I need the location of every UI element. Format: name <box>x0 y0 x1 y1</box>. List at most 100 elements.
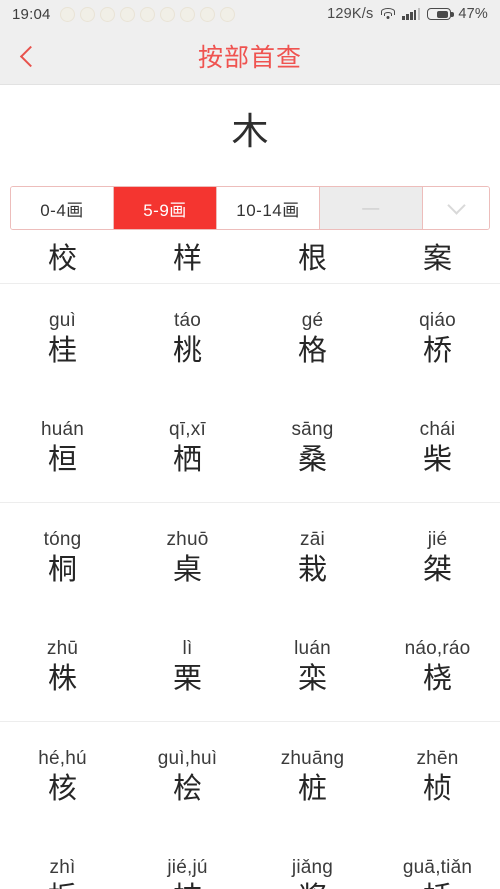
character-cell[interactable]: zāi 栽 <box>250 503 375 612</box>
pinyin-label: qiáo <box>419 309 456 331</box>
tab-strokes-disabled: — <box>320 187 423 229</box>
character-cell[interactable]: 根 <box>250 230 375 283</box>
pinyin-label: tóng <box>43 528 82 550</box>
app-icon <box>79 6 95 22</box>
character-cell[interactable]: hé,hú 核 <box>0 722 125 831</box>
character-label: 桐 <box>47 551 77 586</box>
character-cell[interactable]: zhì 栀 <box>0 831 125 889</box>
notification-icons <box>59 6 235 22</box>
character-cell[interactable]: jié,jú 桔 <box>125 831 250 889</box>
wifi-icon <box>380 8 395 20</box>
character-cell[interactable]: jiǎng 桨 <box>250 831 375 889</box>
character-cell[interactable]: 校 <box>0 230 125 283</box>
pinyin-label: qī,xī <box>169 418 206 440</box>
character-label: 样 <box>172 240 202 275</box>
app-icon <box>159 6 175 22</box>
tab-strokes-5-9[interactable]: 5-9画 <box>114 187 217 229</box>
character-cell[interactable]: qī,xī 栖 <box>125 393 250 502</box>
character-label: 柴 <box>422 441 452 476</box>
grid-row: 校 样 根 案 <box>0 230 500 283</box>
app-icon <box>99 6 115 22</box>
character-cell[interactable]: luán 栾 <box>250 612 375 721</box>
pinyin-label: luán <box>294 637 331 659</box>
grid-row: tóng 桐 zhuō 桌 zāi 栽 jié 桀 <box>0 503 500 612</box>
character-cell[interactable]: huán 桓 <box>0 393 125 502</box>
character-label: 案 <box>422 240 452 275</box>
pinyin-label: guā,tiǎn <box>402 856 473 878</box>
character-cell[interactable]: guì 桂 <box>0 284 125 393</box>
battery-icon <box>427 8 454 20</box>
character-label: 桡 <box>422 660 452 695</box>
pinyin-label: lì <box>182 637 193 659</box>
pinyin-label: sāng <box>291 418 334 440</box>
character-label: 栀 <box>48 880 77 889</box>
character-cell[interactable]: náo,ráo 桡 <box>375 612 500 721</box>
character-cell[interactable]: zhēn 桢 <box>375 722 500 831</box>
character-cell[interactable]: guì,huì 桧 <box>125 722 250 831</box>
app-icon <box>119 6 135 22</box>
character-cell[interactable]: jié 桀 <box>375 503 500 612</box>
grid-group: hé,hú 核 guì,huì 桧 zhuāng 桩 zhēn 桢 zhì ji… <box>0 722 500 889</box>
battery-percent: 47% <box>458 6 488 22</box>
grid-row: huán 桓 qī,xī 栖 sāng 桑 chái 柴 <box>0 393 500 502</box>
character-label: 桂 <box>47 332 77 367</box>
pinyin-label: jié,jú <box>167 856 208 878</box>
app-icon <box>139 6 155 22</box>
tab-strokes-0-4[interactable]: 0-4画 <box>11 187 114 229</box>
character-cell[interactable]: zhuāng 桩 <box>250 722 375 831</box>
character-cell[interactable]: lì 栗 <box>125 612 250 721</box>
pinyin-label: zāi <box>300 528 325 550</box>
status-bar: 19:04 129K/s 47% <box>0 0 500 28</box>
character-label: 株 <box>47 660 77 695</box>
grid-row: zhū 株 lì 栗 luán 栾 náo,ráo 桡 <box>0 612 500 721</box>
tab-strokes-10-14[interactable]: 10-14画 <box>217 187 320 229</box>
character-label: 桃 <box>172 332 202 367</box>
character-label: 桢 <box>422 770 452 805</box>
character-label: 桓 <box>47 441 77 476</box>
character-label: 桀 <box>422 551 452 586</box>
pinyin-label: jié <box>427 528 448 550</box>
nav-bar: 按部首查 <box>0 28 500 85</box>
pinyin-label: zhì <box>49 856 76 878</box>
app-icon <box>59 6 75 22</box>
chevron-down-icon <box>446 195 466 215</box>
character-cell[interactable]: sāng 桑 <box>250 393 375 502</box>
tabs-dropdown-button[interactable] <box>423 187 489 229</box>
character-label: 桨 <box>298 880 327 889</box>
app-icon <box>219 6 235 22</box>
pinyin-label: guì,huì <box>157 747 218 769</box>
grid-row: hé,hú 核 guì,huì 桧 zhuāng 桩 zhēn 桢 <box>0 722 500 831</box>
character-cell[interactable]: 样 <box>125 230 250 283</box>
pinyin-label: huán <box>40 418 85 440</box>
app-root: 19:04 129K/s 47% 按部首查 木 0-4画 5-9画 10-14画… <box>0 0 500 889</box>
character-label: 栗 <box>172 660 202 695</box>
character-label: 栽 <box>297 551 327 586</box>
pinyin-label: gé <box>301 309 324 331</box>
character-cell[interactable]: táo 桃 <box>125 284 250 393</box>
pinyin-label: zhū <box>46 637 79 659</box>
pinyin-label: guì <box>48 309 76 331</box>
network-speed: 129K/s <box>327 6 374 22</box>
grid-group: 校 样 根 案 <box>0 230 500 284</box>
character-label: 格 <box>297 332 327 367</box>
character-label: 桌 <box>172 551 202 586</box>
status-time: 19:04 <box>12 5 51 23</box>
character-cell[interactable]: chái 柴 <box>375 393 500 502</box>
character-cell[interactable]: zhuō 桌 <box>125 503 250 612</box>
pinyin-label: náo,ráo <box>404 637 471 659</box>
character-cell[interactable]: 案 <box>375 230 500 283</box>
stroke-tabs: 0-4画 5-9画 10-14画 — <box>10 186 490 230</box>
character-label: 校 <box>47 240 77 275</box>
radical-display: 木 <box>0 85 500 170</box>
app-icon <box>179 6 195 22</box>
character-cell[interactable]: tóng 桐 <box>0 503 125 612</box>
character-cell[interactable]: zhū 株 <box>0 612 125 721</box>
character-label: 桥 <box>422 332 452 367</box>
character-cell[interactable]: qiáo 桥 <box>375 284 500 393</box>
grid-row: guì 桂 táo 桃 gé 格 qiáo 桥 <box>0 284 500 393</box>
grid-group: tóng 桐 zhuō 桌 zāi 栽 jié 桀 zhū 株 lì 栗 luá… <box>0 503 500 722</box>
character-label: 栖 <box>172 441 202 476</box>
character-label: 桧 <box>172 770 202 805</box>
character-cell[interactable]: gé 格 <box>250 284 375 393</box>
character-cell[interactable]: guā,tiǎn 栝 <box>375 831 500 889</box>
